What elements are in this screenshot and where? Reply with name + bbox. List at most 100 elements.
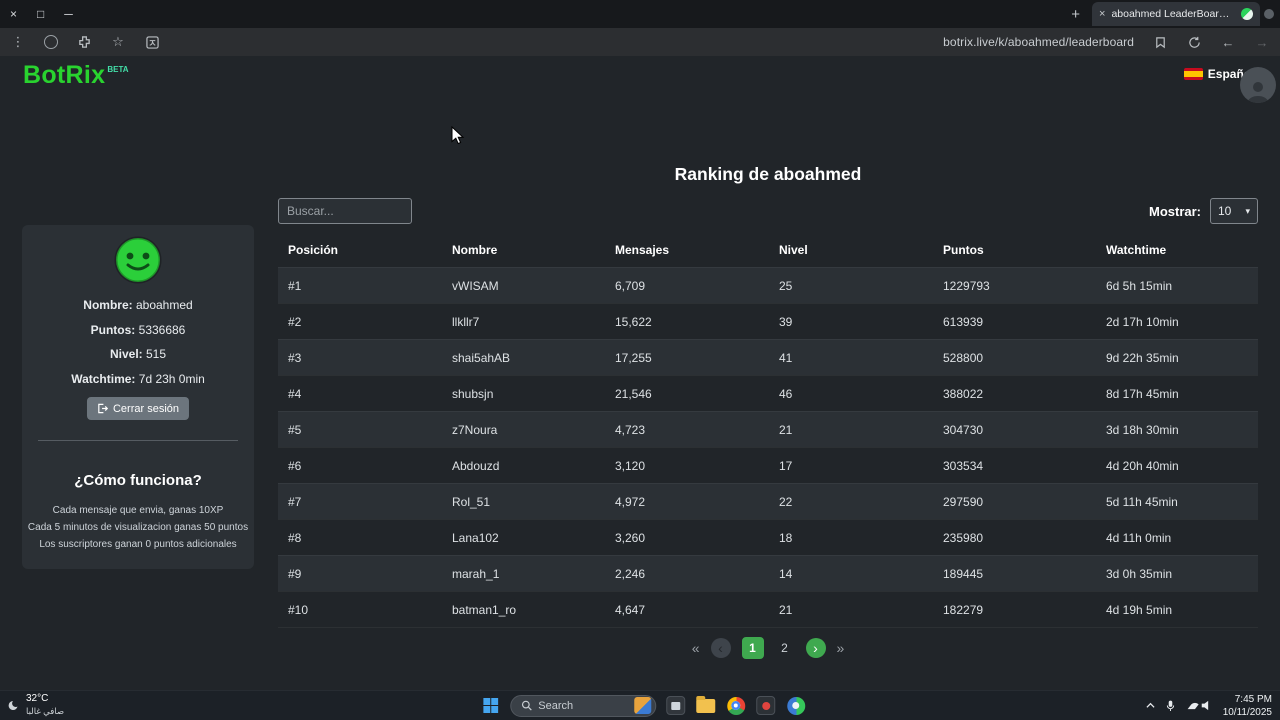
cell-level: 39 <box>779 314 793 329</box>
extensions-icon[interactable] <box>76 34 92 50</box>
pagination-next-button[interactable]: › <box>805 638 826 658</box>
table-row[interactable]: #2 llkllr7 15,622 39 613939 2d 17h 10min <box>278 303 1258 339</box>
user-avatar[interactable] <box>1240 67 1276 103</box>
watchtime-label: Watchtime: <box>71 372 136 386</box>
file-explorer-icon[interactable] <box>695 695 716 716</box>
header-mensajes: Mensajes <box>615 243 670 257</box>
taskbar-app-window-icon[interactable] <box>665 695 686 716</box>
pagination-page-1[interactable]: 1 <box>741 637 764 659</box>
header-posicion: Posición <box>288 243 339 257</box>
search-highlight-thumbnail <box>634 697 652 714</box>
botrix-logo[interactable]: BotRix <box>23 61 105 89</box>
table-row[interactable]: #4 shubsjn 21,546 46 388022 8d 17h 45min <box>278 375 1258 411</box>
table-row[interactable]: #5 z7Noura 4,723 21 304730 3d 18h 30min <box>278 411 1258 447</box>
cell-messages: 17,255 <box>615 350 652 365</box>
table-row[interactable]: #1 vWISAM 6,709 25 1229793 6d 5h 15min <box>278 267 1258 303</box>
weather-icon <box>8 700 18 710</box>
new-tab-button[interactable]: + <box>1059 6 1092 23</box>
cell-points: 1229793 <box>943 278 990 293</box>
table-row[interactable]: #8 Lana102 3,260 18 235980 4d 11h 0min <box>278 519 1258 555</box>
cell-messages: 3,120 <box>615 458 646 473</box>
page-size-select[interactable]: 10 ▾ <box>1210 198 1258 224</box>
taskbar-center: Search <box>480 691 806 720</box>
taskbar-search-label: Search <box>538 699 574 712</box>
botrix-avatar-icon <box>114 236 162 284</box>
microphone-icon[interactable] <box>1166 700 1175 712</box>
taskbar-search-box[interactable]: Search <box>510 694 657 717</box>
profile-watchtime-line: Watchtime: 7d 23h 0min <box>22 372 254 386</box>
tab-title: aboahmed LeaderBoard | The <box>1111 8 1235 20</box>
cell-level: 17 <box>779 458 793 473</box>
table-body: #1 vWISAM 6,709 25 1229793 6d 5h 15min #2 llkl… <box>278 267 1258 628</box>
weather-temp: 32°C <box>26 693 49 704</box>
titlebar-extra-icon[interactable] <box>1264 9 1274 19</box>
cell-watchtime: 6d 5h 15min <box>1106 278 1173 293</box>
cell-position: #1 <box>288 278 302 293</box>
pagination-last-icon[interactable]: » <box>837 640 845 656</box>
logout-button[interactable]: Cerrar sesión <box>86 397 190 420</box>
table-row[interactable]: #3 shai5ahAB 17,255 41 528800 9d 22h 35min <box>278 339 1258 375</box>
cell-position: #6 <box>288 458 302 473</box>
tab-close-icon[interactable]: × <box>1099 8 1105 20</box>
name-value: aboahmed <box>135 298 193 312</box>
forward-icon[interactable]: → <box>1254 34 1270 50</box>
cell-level: 41 <box>779 350 793 365</box>
botrix-page: BotRixBETA Español ▾ Ranking de aboahmed… <box>0 56 1280 690</box>
cell-watchtime: 5d 11h 45min <box>1106 494 1178 509</box>
translate-icon[interactable] <box>144 34 160 50</box>
spain-flag-icon <box>1183 68 1203 80</box>
search-input[interactable] <box>278 198 412 224</box>
cell-watchtime: 4d 11h 0min <box>1106 530 1172 545</box>
profile-points-line: Puntos: 5336686 <box>22 323 254 337</box>
back-icon[interactable]: ← <box>1220 34 1236 50</box>
pagination-first-icon[interactable]: « <box>692 640 700 656</box>
tray-chevron-up-icon[interactable] <box>1146 702 1155 709</box>
taskbar-clock[interactable]: 7:45 PM 10/11/2025 <box>1223 693 1272 719</box>
window-minimize-button[interactable]: ─ <box>64 7 73 21</box>
show-label: Mostrar: <box>1148 203 1201 219</box>
taskbar-weather-widget[interactable]: 32°C صافي غالبا <box>7 693 64 716</box>
pagination-page-2[interactable]: 2 <box>775 641 795 655</box>
header-watchtime: Watchtime <box>1106 243 1167 257</box>
table-row[interactable]: #6 Abdouzd 3,120 17 303534 4d 20h 40min <box>278 447 1258 483</box>
profile-icon[interactable] <box>44 35 58 49</box>
window-close-button[interactable]: × <box>10 7 17 21</box>
watchtime-value: 7d 23h 0min <box>138 372 205 386</box>
system-tray: 7:45 PM 10/11/2025 <box>1146 691 1272 720</box>
cell-position: #4 <box>288 386 302 401</box>
page-size-value: 10 <box>1218 204 1232 218</box>
logo-wrap: BotRix BETA <box>23 61 129 90</box>
profile-level-line: Nivel: 515 <box>22 347 254 361</box>
menu-kebab-icon[interactable]: ⋮ <box>10 34 26 50</box>
table-row[interactable]: #10 batman1_ro 4,647 21 182279 4d 19h 5min <box>278 591 1258 627</box>
chrome-icon[interactable] <box>725 695 746 716</box>
cell-name: z7Noura <box>452 422 498 437</box>
network-volume-icons[interactable] <box>1186 700 1212 711</box>
cell-position: #7 <box>288 494 302 509</box>
cell-name: shubsjn <box>452 386 494 401</box>
window-controls: × □ ─ <box>0 7 73 21</box>
taskbar-app-red-icon[interactable] <box>755 695 776 716</box>
cell-watchtime: 3d 18h 30min <box>1106 422 1179 437</box>
cell-watchtime: 8d 17h 45min <box>1106 386 1179 401</box>
start-button[interactable] <box>480 695 501 716</box>
profile-card: Nombre: aboahmed Puntos: 5336686 Nivel: … <box>22 225 254 569</box>
cell-level: 14 <box>779 566 793 581</box>
weather-desc: صافي غالبا <box>26 705 65 716</box>
reload-icon[interactable] <box>1186 34 1202 50</box>
cell-level: 25 <box>779 278 793 293</box>
pagination-prev-button[interactable]: ‹ <box>710 638 731 658</box>
cell-watchtime: 2d 17h 10min <box>1106 314 1179 329</box>
table-row[interactable]: #9 marah_1 2,246 14 189445 3d 0h 35min <box>278 555 1258 591</box>
taskbar-app-colorful-icon[interactable] <box>785 695 806 716</box>
cell-position: #8 <box>288 530 302 545</box>
browser-tab[interactable]: × aboahmed LeaderBoard | The <box>1092 2 1260 26</box>
window-restore-button[interactable]: □ <box>37 7 44 21</box>
cell-level: 22 <box>779 494 793 509</box>
toolbar-extra-icon[interactable] <box>1152 34 1168 50</box>
cell-name: vWISAM <box>452 278 499 293</box>
bookmark-star-icon[interactable]: ☆ <box>110 34 126 50</box>
how-it-works-title: ¿Cómo funciona? <box>74 472 202 489</box>
url-text[interactable]: botrix.live/k/aboahmed/leaderboard <box>943 35 1134 49</box>
table-row[interactable]: #7 Rol_51 4,972 22 297590 5d 11h 45min <box>278 483 1258 519</box>
